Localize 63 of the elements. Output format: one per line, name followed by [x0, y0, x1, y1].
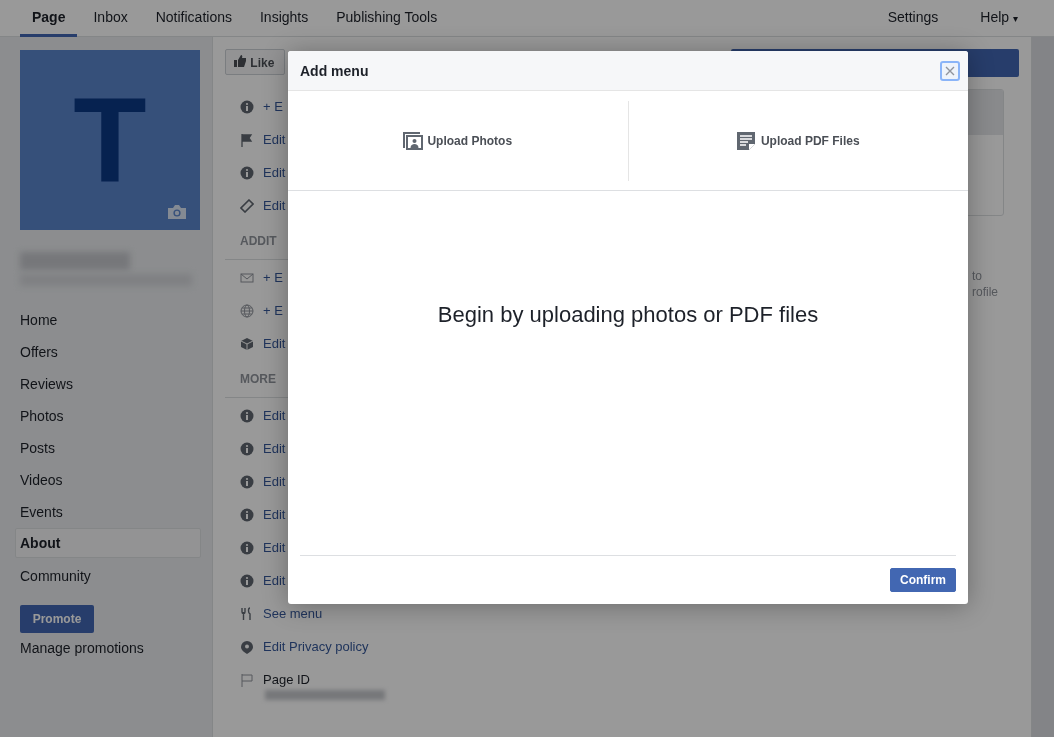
side-text: to — [972, 268, 983, 284]
sidebar-item[interactable]: About — [15, 528, 201, 558]
upload-pdf-button[interactable]: Upload PDF Files — [627, 100, 968, 181]
edit-link[interactable]: Edit — [263, 198, 286, 213]
edit-link[interactable]: Edit — [263, 441, 286, 456]
edit-link[interactable]: Edit — [263, 540, 286, 555]
nav-tab[interactable]: Publishing Tools — [324, 0, 450, 37]
flag-icon — [240, 672, 254, 687]
help-menu[interactable]: Help ▾ — [968, 0, 1030, 37]
manage-promotions-link[interactable]: Manage promotions — [20, 640, 201, 656]
info-icon — [240, 441, 254, 456]
edit-link[interactable]: Edit — [263, 507, 286, 522]
info-icon — [240, 540, 254, 555]
nav-tab[interactable]: Notifications — [143, 0, 244, 37]
close-button[interactable] — [940, 60, 960, 81]
nav-tab[interactable]: Page — [20, 0, 78, 37]
sidebar-item[interactable]: Photos — [15, 399, 201, 431]
empty-state-message: Begin by uploading photos or PDF files — [437, 302, 819, 329]
shield-icon — [240, 639, 254, 654]
info-icon — [240, 474, 254, 489]
sidebar-item[interactable]: Offers — [15, 335, 201, 367]
close-icon — [945, 65, 955, 76]
edit-link[interactable]: Edit Privacy policy — [263, 639, 369, 654]
side-text: rofile — [972, 284, 999, 300]
fork-knife-icon — [240, 606, 254, 621]
camera-icon[interactable] — [166, 204, 188, 220]
document-icon — [736, 131, 757, 150]
edit-link[interactable]: + E — [263, 303, 283, 318]
photo-icon — [403, 131, 424, 150]
sidebar-item[interactable]: Videos — [15, 463, 201, 495]
nav-tab[interactable]: Insights — [248, 0, 321, 37]
edit-link[interactable]: + E — [263, 270, 283, 285]
tag-icon — [240, 198, 254, 213]
confirm-button[interactable]: Confirm — [890, 568, 956, 592]
info-icon — [240, 573, 254, 588]
thumbs-up-icon — [234, 54, 247, 67]
edit-link[interactable]: Edit — [263, 408, 286, 423]
info-icon — [240, 507, 254, 522]
sidebar-item[interactable]: Home — [15, 303, 201, 335]
sidebar-item[interactable]: Events — [15, 495, 201, 527]
settings-link[interactable]: Settings — [875, 0, 951, 37]
nav-tab[interactable]: Inbox — [81, 0, 140, 37]
dialog-title: Add menu — [300, 62, 369, 79]
cube-icon — [240, 336, 254, 351]
info-icon — [240, 165, 254, 180]
sidebar-item[interactable]: Posts — [15, 431, 201, 463]
edit-link[interactable]: Edit — [263, 573, 286, 588]
envelope-icon — [240, 270, 254, 285]
edit-link[interactable]: Edit — [263, 336, 286, 351]
sidebar-item[interactable]: Reviews — [15, 367, 201, 399]
info-icon — [240, 99, 254, 114]
edit-link[interactable]: + E — [263, 99, 283, 114]
promote-button[interactable]: Promote — [20, 605, 94, 633]
edit-link[interactable]: Edit — [263, 165, 286, 180]
field-label: Page ID — [263, 672, 310, 687]
info-icon — [240, 408, 254, 423]
edit-link[interactable]: Edit — [263, 132, 286, 147]
flag-icon — [240, 132, 254, 147]
edit-link[interactable]: Edit — [263, 474, 286, 489]
edit-link[interactable]: See menu — [263, 606, 323, 621]
sidebar-item[interactable]: Community — [15, 559, 201, 591]
like-button[interactable]: Like — [225, 49, 286, 75]
globe-icon — [240, 303, 254, 318]
